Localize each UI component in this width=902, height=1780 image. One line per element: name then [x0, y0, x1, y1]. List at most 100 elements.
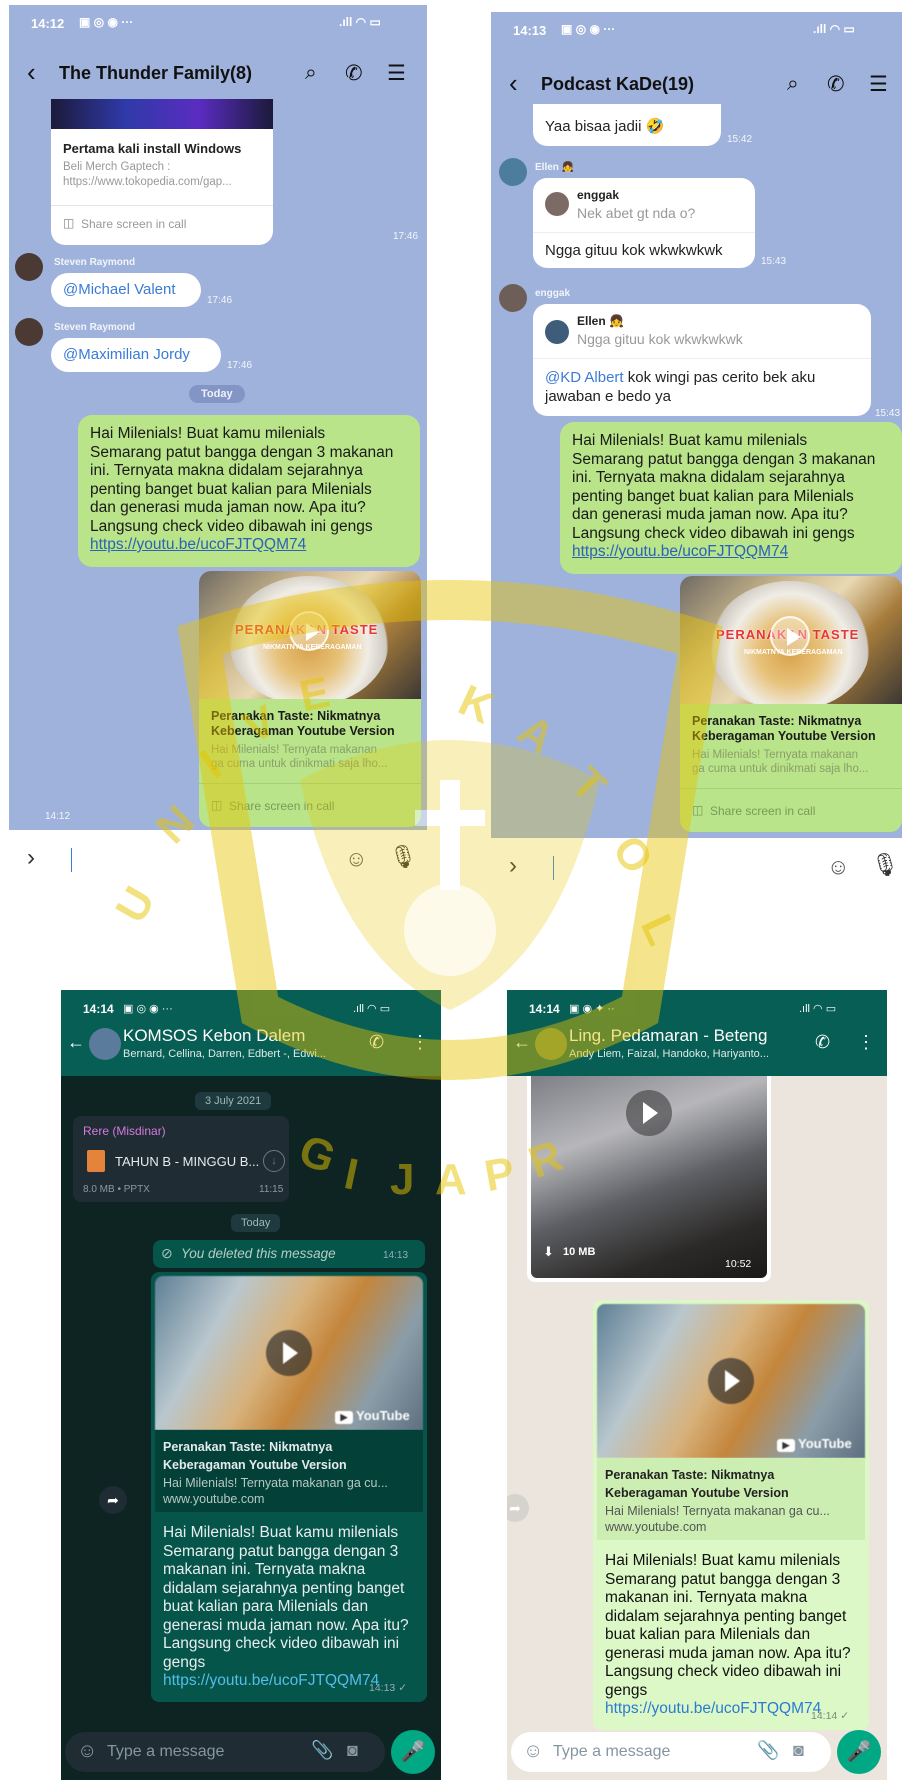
group-avatar[interactable]	[535, 1028, 567, 1060]
back-icon[interactable]: ‹	[27, 59, 36, 85]
message-input-bar[interactable]: ☺ Type a message 📎 ◙	[511, 1732, 831, 1772]
reply-bubble[interactable]: enggak Nek abet gt nda o? Ngga gituu kok…	[533, 178, 755, 268]
video-thumbnail[interactable]: PERANAKAN TASTE NIKMATNYA KEBERAGAMAN	[199, 571, 421, 699]
back-icon[interactable]: ←	[513, 1032, 531, 1053]
mention[interactable]: @Michael Valent	[63, 281, 176, 298]
yt-desc: Hai Milenials! Ternyata makanan ga cu...	[163, 1476, 388, 1490]
link-message-bubble[interactable]: ▶ YouTube Peranakan Taste: Nikmatnya Kebe…	[593, 1300, 869, 1730]
forward-icon[interactable]: ➦	[507, 1494, 529, 1522]
message-line: generasi muda jaman now. Apa itu?	[605, 1644, 851, 1662]
message-bubble[interactable]: Yaa bisaa jadii 🤣	[533, 104, 721, 146]
video-thumbnail[interactable]: PERANAKAN TASTE NIKMATNYA KEBERAGAMAN	[680, 576, 902, 704]
emoji-icon[interactable]: ☺	[827, 854, 849, 880]
search-icon[interactable]: ⌕	[305, 61, 317, 85]
menu-icon[interactable]: ⋮	[857, 1032, 875, 1053]
message-line: Hai Milenials! Buat kamu milenials	[90, 425, 326, 442]
message-bubble[interactable]: @Maximilian Jordy	[51, 338, 221, 372]
expand-icon[interactable]: ›	[27, 844, 35, 872]
play-icon[interactable]	[266, 1330, 312, 1376]
avatar	[15, 318, 43, 346]
message-input-bar[interactable]: ☺ Type a message 📎 ◙	[65, 1732, 385, 1772]
expand-icon[interactable]: ›	[509, 852, 517, 880]
message-bubble[interactable]: Hai Milenials! Buat kamu milenials Semar…	[560, 422, 902, 574]
message-link[interactable]: https://youtu.be/ucoFJTQQM74	[572, 543, 890, 562]
call-icon[interactable]: ✆	[827, 72, 845, 97]
message-line: makanan ini. Ternyata makna	[163, 1561, 366, 1578]
mention[interactable]: @Maximilian Jordy	[63, 346, 190, 363]
download-icon[interactable]: ↓	[263, 1150, 285, 1172]
camera-icon[interactable]: ◙	[347, 1740, 358, 1761]
message-bubble[interactable]: Hai Milenials! Buat kamu milenials Semar…	[78, 415, 420, 567]
divider	[533, 232, 755, 233]
call-icon[interactable]: ✆	[345, 61, 363, 86]
group-avatar[interactable]	[89, 1028, 121, 1060]
message-line: gengs	[163, 1653, 206, 1671]
emoji-icon[interactable]: ☺	[345, 846, 367, 872]
back-icon[interactable]: ‹	[509, 70, 518, 96]
share-screen-icon: ◫	[63, 216, 75, 230]
line-chat-thunder-family: 14:12 ▣ ◎ ◉ ··· .ıll ◠ ▭ ‹ The Thunder F…	[9, 5, 427, 830]
timestamp: 11:15	[259, 1184, 284, 1195]
share-screen-icon: ◫	[211, 798, 223, 812]
message-line: Semarang patut bangga dengan 3	[605, 1570, 841, 1588]
line-input-bar: › ☺ 🎙	[9, 834, 427, 886]
file-name[interactable]: TAHUN B - MINGGU B...	[115, 1154, 259, 1169]
divider	[680, 788, 902, 789]
youtube-card[interactable]: PERANAKAN TASTE NIKMATNYA KEBERAGAMAN Pe…	[680, 576, 902, 832]
share-screen-label[interactable]: Share screen in call	[81, 217, 186, 231]
forward-icon[interactable]: ➦	[99, 1486, 127, 1514]
message-line: buat kalian para Milenials dan	[605, 1626, 811, 1643]
play-icon[interactable]	[708, 1358, 754, 1404]
message-line: dan generasi muda jaman now. Apa itu?	[572, 506, 848, 523]
timestamp: 17:46	[393, 231, 419, 242]
link-message-bubble[interactable]: ▶ YouTube Peranakan Taste: Nikmatnya Kebe…	[151, 1272, 427, 1702]
emoji-icon[interactable]: ☺	[77, 1740, 97, 1763]
yt-site: www.youtube.com	[605, 1520, 707, 1534]
play-icon[interactable]	[626, 1090, 672, 1136]
add-call-icon[interactable]: ✆	[369, 1032, 384, 1053]
group-name[interactable]: Ling. Pedamaran - Beteng	[569, 1026, 767, 1046]
mic-button[interactable]: 🎤	[837, 1730, 881, 1774]
video-thumbnail[interactable]: ▶ YouTube	[155, 1276, 423, 1430]
status-bar: 14:12 ▣ ◎ ◉ ··· .ıll ◠ ▭	[9, 5, 427, 43]
mic-icon[interactable]: 🎙	[389, 844, 417, 870]
share-screen-label[interactable]: Share screen in call	[710, 802, 815, 821]
download-icon[interactable]: ⬇	[543, 1244, 554, 1260]
add-call-icon[interactable]: ✆	[815, 1032, 830, 1053]
timestamp: 14:12	[45, 811, 71, 822]
youtube-card[interactable]: PERANAKAN TASTE NIKMATNYA KEBERAGAMAN Pe…	[199, 571, 421, 827]
menu-icon[interactable]: ☰	[387, 61, 406, 86]
attach-icon[interactable]: 📎	[757, 1740, 779, 1761]
deleted-message-bubble[interactable]: ⊘ You deleted this message 14:13	[153, 1240, 425, 1268]
message-input[interactable]	[71, 848, 72, 872]
share-screen-label[interactable]: Share screen in call	[229, 797, 334, 816]
timestamp: 14:13 ✓	[369, 1682, 407, 1694]
back-icon[interactable]: ←	[67, 1032, 85, 1053]
video-thumbnail[interactable]: ⬇ 10 MB 10:52	[531, 1076, 767, 1278]
message-line: penting banget buat kalian para Milenial…	[90, 480, 372, 498]
status-time: 14:12	[31, 16, 65, 31]
video-message-bubble[interactable]: ⬇ 10 MB 10:52	[527, 1076, 771, 1282]
group-name[interactable]: KOMSOS Kebon Dalem	[123, 1026, 305, 1046]
mic-icon[interactable]: 🎙	[871, 852, 899, 878]
link-preview-bubble[interactable]: Pertama kali install Windows Beli Merch …	[51, 99, 273, 245]
menu-icon[interactable]: ☰	[869, 72, 888, 97]
file-message-bubble[interactable]: Rere (Misdinar) TAHUN B - MINGGU B... ↓ …	[73, 1116, 289, 1202]
play-icon[interactable]	[289, 611, 329, 651]
reply-bubble[interactable]: Ellen 👧 Ngga gituu kok wkwkwkwk @KD Albe…	[533, 304, 871, 416]
message-input[interactable]: Type a message	[107, 1743, 224, 1761]
message-input[interactable]	[553, 856, 554, 880]
attach-icon[interactable]: 📎	[311, 1740, 333, 1761]
menu-icon[interactable]: ⋮	[411, 1032, 429, 1053]
mention[interactable]: @KD Albert	[545, 369, 624, 386]
search-icon[interactable]: ⌕	[787, 72, 799, 96]
camera-icon[interactable]: ◙	[793, 1740, 804, 1761]
message-input[interactable]: Type a message	[553, 1743, 670, 1761]
message-line: didalam sejarahnya penting banget	[605, 1607, 847, 1625]
message-link[interactable]: https://youtu.be/ucoFJTQQM74	[90, 536, 408, 555]
play-icon[interactable]	[770, 616, 810, 656]
mic-button[interactable]: 🎤	[391, 1730, 435, 1774]
emoji-icon[interactable]: ☺	[523, 1740, 543, 1763]
message-bubble[interactable]: @Michael Valent	[51, 273, 201, 307]
video-thumbnail[interactable]: ▶ YouTube	[597, 1304, 865, 1458]
